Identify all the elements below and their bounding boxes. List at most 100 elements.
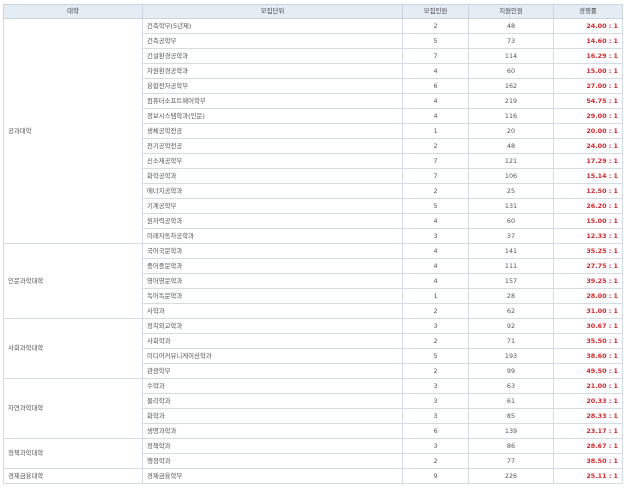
unit-cell: 독어독문학과 [142, 288, 403, 304]
rate-cell: 35.50 : 1 [553, 333, 623, 349]
unit-cell: 신소재공학부 [142, 153, 403, 169]
unit-cell: 정책학과 [142, 438, 403, 454]
table-row: 정책과학대학 정책학과 3 86 28.67 : 1 [3, 438, 623, 469]
quota-cell: 3 [402, 318, 469, 334]
rate-cell: 15.00 : 1 [553, 63, 623, 79]
rate-cell: 35.25 : 1 [553, 243, 623, 259]
rate-cell: 17.29 : 1 [553, 153, 623, 169]
applicants-cell: 116 [468, 108, 554, 124]
unit-cell: 자원환경공학과 [142, 63, 403, 79]
applicants-cell: 25 [468, 183, 554, 199]
applicants-cell: 139 [468, 423, 554, 439]
unit-cell: 국어국문학과 [142, 243, 403, 259]
unit-cell: 행정학과 [142, 453, 403, 469]
college-cell: 인문과학대학 [3, 243, 143, 319]
applicants-cell: 162 [468, 78, 554, 94]
quota-cell: 7 [402, 168, 469, 184]
rate-cell: 30.67 : 1 [553, 318, 623, 334]
rate-cell: 14.60 : 1 [553, 33, 623, 49]
table-body: 공과대학 건축학부(5년제) 2 48 24.00 : 1 건축공학부 5 73 14.60 :… [3, 18, 623, 484]
rate-cell: 28.67 : 1 [553, 438, 623, 454]
rate-cell: 31.00 : 1 [553, 303, 623, 319]
rate-cell: 15.14 : 1 [553, 168, 623, 184]
applicants-cell: 219 [468, 93, 554, 109]
rate-cell: 24.00 : 1 [553, 138, 623, 154]
rate-cell: 38.50 : 1 [553, 453, 623, 469]
applicants-cell: 48 [468, 138, 554, 154]
rate-cell: 27.75 : 1 [553, 258, 623, 274]
college-cell: 공과대학 [3, 18, 143, 244]
unit-cell: 경제금융학부 [142, 468, 403, 484]
unit-cell: 원자력공학과 [142, 213, 403, 229]
quota-cell: 4 [402, 93, 469, 109]
applicants-cell: 226 [468, 468, 554, 484]
rate-cell: 29.00 : 1 [553, 108, 623, 124]
unit-cell: 미디어커뮤니케이션학과 [142, 348, 403, 364]
applicants-cell: 92 [468, 318, 554, 334]
applicants-cell: 20 [468, 123, 554, 139]
applicants-cell: 141 [468, 243, 554, 259]
header-quota: 모집인원 [402, 4, 469, 19]
quota-cell: 2 [402, 453, 469, 469]
quota-cell: 7 [402, 48, 469, 64]
applicants-cell: 77 [468, 453, 554, 469]
header-rate: 경쟁률 [553, 4, 623, 19]
unit-cell: 전기공학전공 [142, 138, 403, 154]
quota-cell: 3 [402, 408, 469, 424]
header-unit: 모집단위 [142, 4, 403, 19]
college-cell: 정책과학대학 [3, 438, 143, 469]
quota-cell: 4 [402, 108, 469, 124]
unit-cell: 에너지공학과 [142, 183, 403, 199]
quota-cell: 4 [402, 63, 469, 79]
applicants-cell: 62 [468, 303, 554, 319]
quota-cell: 2 [402, 333, 469, 349]
competition-rate-table: 대학 모집단위 모집인원 지원인원 경쟁률 공과대학 건축학부(5년제) 2 48 24… [3, 4, 623, 484]
quota-cell: 2 [402, 18, 469, 34]
rate-cell: 28.00 : 1 [553, 288, 623, 304]
quota-cell: 5 [402, 348, 469, 364]
unit-cell: 융합전자공학부 [142, 78, 403, 94]
rate-cell: 49.50 : 1 [553, 363, 623, 379]
unit-cell: 생명과학과 [142, 423, 403, 439]
quota-cell: 4 [402, 258, 469, 274]
unit-cell: 정보시스템학과(인문) [142, 108, 403, 124]
table-row: 공과대학 건축학부(5년제) 2 48 24.00 : 1 [3, 18, 623, 244]
applicants-cell: 99 [468, 363, 554, 379]
table-row: 사회과학대학 정치외교학과 3 92 30.67 : 1 [3, 318, 623, 379]
rate-cell: 38.60 : 1 [553, 348, 623, 364]
unit-cell: 건축학부(5년제) [142, 18, 403, 34]
rate-cell: 54.75 : 1 [553, 93, 623, 109]
applicants-cell: 106 [468, 168, 554, 184]
applicants-cell: 131 [468, 198, 554, 214]
college-cell: 자연과학대학 [3, 378, 143, 439]
header-applicants: 지원인원 [468, 4, 554, 19]
applicants-cell: 63 [468, 378, 554, 394]
unit-cell: 사회학과 [142, 333, 403, 349]
rate-cell: 21.00 : 1 [553, 378, 623, 394]
unit-cell: 기계공학부 [142, 198, 403, 214]
quota-cell: 3 [402, 378, 469, 394]
unit-cell: 건축공학부 [142, 33, 403, 49]
rate-cell: 20.33 : 1 [553, 393, 623, 409]
unit-cell: 건설환경공학과 [142, 48, 403, 64]
table-row: 자연과학대학 수학과 3 63 21.00 : 1 [3, 378, 623, 439]
rate-cell: 27.00 : 1 [553, 78, 623, 94]
rate-cell: 16.29 : 1 [553, 48, 623, 64]
unit-cell: 생체공학전공 [142, 123, 403, 139]
quota-cell: 3 [402, 393, 469, 409]
quota-cell: 6 [402, 423, 469, 439]
unit-cell: 중어중문학과 [142, 258, 403, 274]
rate-cell: 26.20 : 1 [553, 198, 623, 214]
applicants-cell: 114 [468, 48, 554, 64]
rate-cell: 15.00 : 1 [553, 213, 623, 229]
unit-cell: 수학과 [142, 378, 403, 394]
unit-cell: 정치외교학과 [142, 318, 403, 334]
applicants-cell: 60 [468, 63, 554, 79]
quota-cell: 3 [402, 228, 469, 244]
unit-cell: 화학과 [142, 408, 403, 424]
unit-cell: 화학공학과 [142, 168, 403, 184]
applicants-cell: 85 [468, 408, 554, 424]
quota-cell: 2 [402, 183, 469, 199]
quota-cell: 1 [402, 123, 469, 139]
rate-cell: 20.00 : 1 [553, 123, 623, 139]
